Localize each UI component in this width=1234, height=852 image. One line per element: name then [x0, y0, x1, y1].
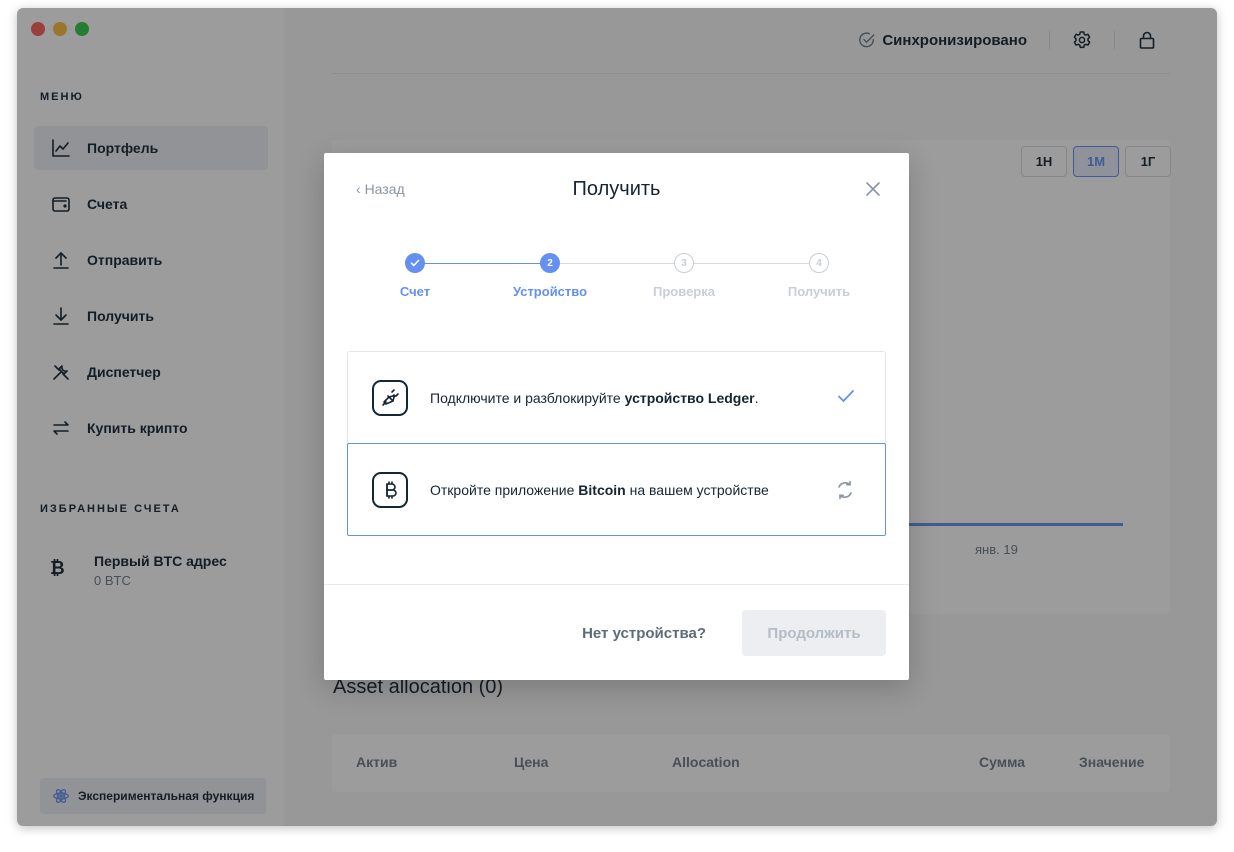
device-steps-list: Подключите и разблокируйте устройство Le…: [347, 351, 886, 536]
close-icon[interactable]: [865, 181, 881, 202]
open-app-row: Откройте приложение Bitcoin на вашем уст…: [347, 443, 886, 536]
step-4-label: Получить: [787, 284, 851, 299]
connect-device-row: Подключите и разблокируйте устройство Le…: [347, 351, 886, 444]
no-device-link[interactable]: Нет устройства?: [582, 625, 706, 642]
step-3-label: Проверка: [653, 284, 715, 299]
usb-plug-icon: [372, 379, 408, 416]
step-4-dot: 4: [809, 253, 829, 273]
modal-footer-divider: [324, 584, 909, 585]
check-icon: [837, 388, 855, 404]
open-app-text: Откройте приложение Bitcoin на вашем уст…: [430, 481, 769, 498]
step-3-dot: 3: [674, 253, 694, 273]
receive-modal: ‹ Назад Получить 2 3 4 Счет Устройство П…: [324, 153, 909, 680]
loading-spinner-icon: [835, 480, 855, 500]
stepper: 2 3 4 Счет Устройство Проверка Получить: [324, 253, 909, 303]
step-2-label: Устройство: [512, 284, 588, 299]
connect-device-text: Подключите и разблокируйте устройство Le…: [430, 389, 759, 406]
modal-title: Получить: [572, 178, 661, 200]
bitcoin-icon: [372, 471, 408, 508]
step-2-dot: 2: [540, 253, 560, 273]
step-1-check-icon: [405, 253, 425, 273]
step-1-label: Счет: [399, 284, 431, 299]
continue-button[interactable]: Продолжить: [742, 610, 886, 656]
stepper-line-done: [415, 263, 550, 264]
